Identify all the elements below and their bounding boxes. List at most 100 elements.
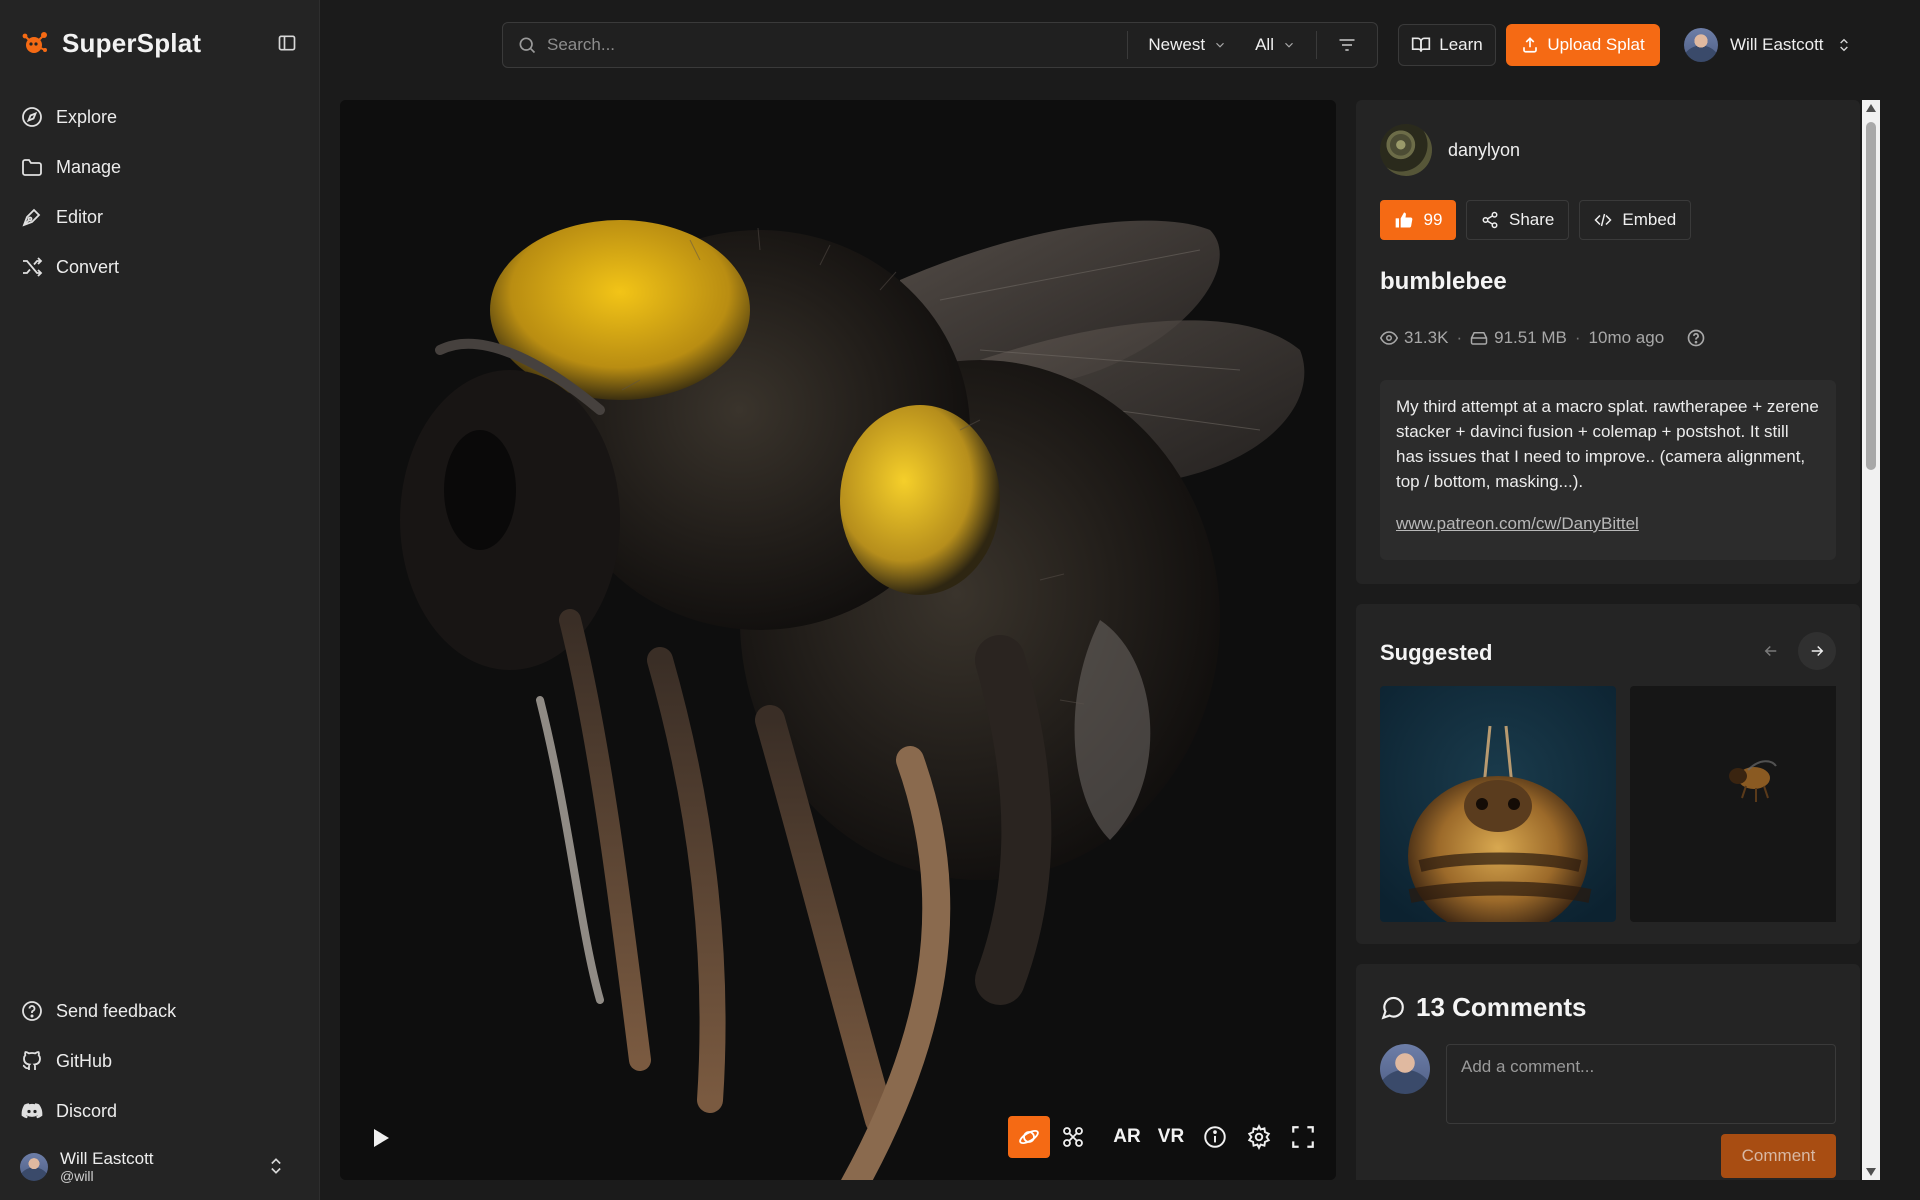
learn-button-label: Learn bbox=[1439, 35, 1483, 54]
separator-dot: · bbox=[1574, 328, 1581, 347]
supersplat-logo-icon bbox=[22, 32, 47, 53]
splat-description: My third attempt at a macro splat. rawth… bbox=[1380, 380, 1836, 560]
panel-scrollbar[interactable] bbox=[1862, 100, 1880, 1180]
share-label: Share bbox=[1509, 210, 1555, 229]
shuffle-icon bbox=[23, 257, 43, 277]
sidebar-item-send-feedback[interactable]: Send feedback bbox=[0, 986, 320, 1036]
suggested-thumbnail[interactable] bbox=[1630, 686, 1836, 922]
description-text: My third attempt at a macro splat. rawth… bbox=[1396, 397, 1819, 491]
chevron-down-icon bbox=[1216, 42, 1225, 48]
views-value: 31.3K bbox=[1404, 328, 1449, 347]
chevrons-up-down-icon bbox=[1839, 38, 1848, 52]
user-name: Will Eastcott bbox=[1730, 35, 1824, 54]
info-icon bbox=[1204, 1126, 1226, 1148]
splat-info-card: danylyon 99 Share Embed bumblebee 31.3K … bbox=[1356, 100, 1860, 584]
comment-submit-button[interactable]: Comment bbox=[1721, 1134, 1836, 1178]
sidebar-item-manage[interactable]: Manage bbox=[0, 142, 320, 192]
sidebar-item-label: Manage bbox=[56, 156, 122, 177]
app-name: SuperSplat bbox=[62, 27, 202, 58]
thumbs-up-icon bbox=[1395, 212, 1412, 228]
suggested-card: Suggested bbox=[1356, 604, 1860, 944]
avatar bbox=[1684, 28, 1718, 62]
sidebar-item-label: Explore bbox=[56, 106, 118, 127]
sidebar-user-menu[interactable]: Will Eastcott @will bbox=[20, 1145, 300, 1189]
sidebar-item-label: GitHub bbox=[56, 1050, 113, 1071]
upload-splat-button[interactable]: Upload Splat bbox=[1506, 24, 1660, 66]
chevrons-up-down-icon bbox=[271, 1158, 281, 1174]
sort-dropdown[interactable]: Newest bbox=[1128, 23, 1247, 67]
sidebar-toggle-button[interactable] bbox=[274, 30, 300, 56]
scroll-down-arrow[interactable] bbox=[1862, 1164, 1880, 1180]
sidebar-item-convert[interactable]: Convert bbox=[0, 242, 320, 292]
settings-button[interactable] bbox=[1238, 1116, 1280, 1158]
sidebar-item-label: Discord bbox=[56, 1100, 118, 1121]
folder-icon bbox=[22, 159, 42, 176]
filter-button[interactable] bbox=[1317, 23, 1377, 67]
category-dropdown[interactable]: All bbox=[1247, 23, 1316, 67]
fullscreen-button[interactable] bbox=[1282, 1116, 1324, 1158]
comments-card: 13 Comments Comment bbox=[1356, 964, 1860, 1180]
compass-icon bbox=[22, 107, 42, 127]
book-open-icon bbox=[1412, 37, 1431, 52]
comment-input[interactable] bbox=[1446, 1044, 1836, 1124]
small-bee-thumbnail-image bbox=[1630, 686, 1836, 922]
fly-mode-button[interactable] bbox=[1052, 1116, 1094, 1158]
hard-drive-icon bbox=[1470, 332, 1488, 345]
bumblebee-splat-render[interactable] bbox=[340, 100, 1336, 1180]
splat-meta: 31.3K · 91.51 MB · 10mo ago bbox=[1380, 328, 1706, 348]
comments-count-title: 13 Comments bbox=[1416, 992, 1587, 1022]
details-panel: danylyon 99 Share Embed bumblebee 31.3K … bbox=[1356, 100, 1860, 1180]
author-link[interactable]: danylyon bbox=[1380, 124, 1520, 176]
search-input[interactable] bbox=[547, 23, 1128, 67]
arrow-left-icon bbox=[1764, 645, 1777, 657]
info-button[interactable] bbox=[1194, 1116, 1236, 1158]
splat-viewer[interactable]: AR VR bbox=[340, 100, 1336, 1180]
like-count: 99 bbox=[1423, 210, 1443, 229]
orbit-mode-button[interactable] bbox=[1008, 1116, 1050, 1158]
panel-left-icon bbox=[278, 35, 296, 51]
eye-icon bbox=[1380, 331, 1398, 345]
patreon-link[interactable]: www.patreon.com/cw/DanyBittel bbox=[1396, 514, 1639, 534]
user-menu[interactable]: Will Eastcott bbox=[1684, 24, 1856, 66]
suggested-next-button[interactable] bbox=[1798, 632, 1836, 670]
suggested-nav bbox=[1752, 632, 1836, 670]
scrollbar-thumb[interactable] bbox=[1866, 122, 1876, 470]
sidebar-item-github[interactable]: GitHub bbox=[0, 1036, 320, 1086]
ar-button[interactable]: AR bbox=[1106, 1116, 1148, 1158]
scroll-up-arrow[interactable] bbox=[1862, 100, 1880, 116]
sidebar-item-explore[interactable]: Explore bbox=[0, 92, 320, 142]
suggested-carousel bbox=[1380, 686, 1836, 922]
help-circle-icon[interactable] bbox=[1686, 328, 1706, 348]
viewer-toolbar: AR VR bbox=[1008, 1116, 1324, 1158]
vr-button[interactable]: VR bbox=[1150, 1116, 1192, 1158]
file-size: 91.51 MB bbox=[1470, 328, 1567, 348]
ar-label: AR bbox=[1113, 1126, 1141, 1147]
sidebar-item-editor[interactable]: Editor bbox=[0, 192, 320, 242]
sidebar-item-discord[interactable]: Discord bbox=[0, 1086, 320, 1136]
sidebar-item-label: Convert bbox=[56, 256, 120, 277]
user-handle: @will bbox=[60, 1167, 94, 1184]
chevron-down-icon bbox=[1285, 42, 1293, 48]
like-button[interactable]: 99 bbox=[1380, 200, 1456, 240]
sidebar-item-label: Send feedback bbox=[56, 1000, 177, 1021]
sidebar: SuperSplat Explore Manage Editor Convert… bbox=[0, 0, 320, 1200]
share-icon bbox=[1482, 211, 1498, 229]
avatar bbox=[1380, 1044, 1430, 1094]
suggested-thumbnail[interactable] bbox=[1380, 686, 1616, 922]
arrow-right-icon bbox=[1811, 645, 1824, 657]
embed-label: Embed bbox=[1622, 210, 1677, 229]
suggested-prev-button[interactable] bbox=[1752, 632, 1790, 670]
brand[interactable]: SuperSplat bbox=[20, 26, 201, 60]
fly-icon bbox=[1063, 1127, 1083, 1147]
settings-icon bbox=[1247, 1124, 1271, 1150]
vr-label: VR bbox=[1157, 1126, 1185, 1147]
upload-age: 10mo ago bbox=[1588, 328, 1665, 347]
comments-heading: 13 Comments bbox=[1380, 992, 1587, 1023]
play-button[interactable] bbox=[362, 1120, 398, 1156]
category-dropdown-label: All bbox=[1255, 35, 1274, 54]
learn-button[interactable]: Learn bbox=[1398, 24, 1496, 66]
github-icon bbox=[22, 1051, 41, 1070]
help-circle-icon bbox=[22, 1001, 42, 1021]
embed-button[interactable]: Embed bbox=[1579, 200, 1692, 240]
share-button[interactable]: Share bbox=[1466, 200, 1570, 240]
